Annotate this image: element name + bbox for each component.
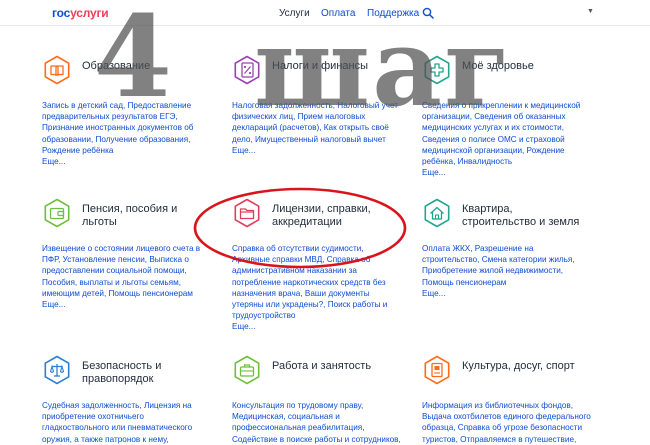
service-link[interactable]: административном наказании за xyxy=(232,265,387,276)
service-link[interactable]: дело, Имущественный налоговый вычет xyxy=(232,134,398,145)
search-icon[interactable] xyxy=(422,7,434,19)
house-icon xyxy=(424,198,450,228)
service-link[interactable]: ребёнка, Инвалидность xyxy=(422,156,580,167)
service-link[interactable]: гладкоствольного или пневматического xyxy=(42,422,192,433)
service-link[interactable]: Извещение о состоянии лицевого счета в xyxy=(42,243,200,254)
tax-document-icon xyxy=(234,55,260,85)
service-link[interactable]: организации, Сведения об оказанных xyxy=(422,111,580,122)
service-link[interactable]: Еще... xyxy=(42,156,193,167)
service-card-links: Судебная задолженность, Лицензия на приоб… xyxy=(42,400,192,445)
service-card-title[interactable]: Безопасность и правопорядок xyxy=(82,360,161,386)
service-link[interactable]: Помощь пенсионерам xyxy=(422,277,575,288)
service-card-links: Справка об отсутствии судимости, Архивные… xyxy=(232,243,387,333)
service-link[interactable]: физических лиц, Прием налоговых xyxy=(232,111,398,122)
service-card-title[interactable]: Культура, досуг, спорт xyxy=(462,360,575,373)
service-card-links: Сведения о прикреплении к медицинской орг… xyxy=(422,100,580,178)
service-link[interactable]: Приобретение жилой недвижимости, xyxy=(422,265,575,276)
service-link[interactable]: деклараций (расчетов), Как открыть своё xyxy=(232,122,398,133)
service-link[interactable]: Информация из библиотечных фондов, xyxy=(422,400,591,411)
wallet-icon xyxy=(44,198,70,228)
nav-oplata[interactable]: Оплата xyxy=(321,8,355,19)
service-link[interactable]: оружия, а также патронов к нему, xyxy=(42,434,192,445)
service-link[interactable]: медицинских услугах и их стоимости, xyxy=(422,122,580,133)
nav-uslugi[interactable]: Услуги xyxy=(279,8,310,19)
service-link[interactable]: приобретение охотничьего xyxy=(42,411,192,422)
service-link[interactable]: Рождение ребёнка xyxy=(42,145,193,156)
logo-part-gos: гос xyxy=(52,6,71,20)
service-link[interactable]: Содействие в поиске работы и сотрудников… xyxy=(232,434,401,445)
service-link[interactable]: Консультация по трудовому праву, xyxy=(232,400,401,411)
service-link[interactable]: Признание иностранных документов об xyxy=(42,122,193,133)
ticket-icon xyxy=(424,355,450,385)
service-link[interactable]: строительство, Смена категории жилья, xyxy=(422,254,575,265)
chevron-down-icon[interactable]: ▼ xyxy=(587,8,594,15)
service-link[interactable]: Еще... xyxy=(232,321,387,332)
service-link[interactable]: Еще... xyxy=(422,288,575,299)
service-link[interactable]: Пособия, выплаты и льготы семьям, xyxy=(42,277,200,288)
service-link[interactable]: потребление наркотических средств без xyxy=(232,277,387,288)
service-link[interactable]: Оплата ЖКХ, Разрешение на xyxy=(422,243,575,254)
service-link[interactable]: медицинской организации, Рождение xyxy=(422,145,580,156)
service-link[interactable]: Выдача охотбилетов единого федерального xyxy=(422,411,591,422)
medical-cross-icon xyxy=(424,55,450,85)
service-card-links: Информация из библиотечных фондов, Выдача… xyxy=(422,400,591,445)
service-card-title[interactable]: Лицензии, справки, аккредитации xyxy=(272,203,371,229)
service-link[interactable]: Еще... xyxy=(42,299,200,310)
service-link[interactable]: Налоговая задолженность, Налоговый учет xyxy=(232,100,398,111)
service-card-title[interactable]: Пенсия, пособия и льготы xyxy=(82,203,177,229)
service-card-links: Извещение о состоянии лицевого счета в ПФ… xyxy=(42,243,200,310)
service-link[interactable]: предварительных результатов ЕГЭ, xyxy=(42,111,193,122)
folder-icon xyxy=(234,198,260,228)
service-link[interactable]: имеющим детей, Помощь пенсионерам xyxy=(42,288,200,299)
service-card-title[interactable]: Квартира, строительство и земля xyxy=(462,203,579,229)
service-link[interactable]: образовании, Получение образования, xyxy=(42,134,193,145)
briefcase-icon xyxy=(234,355,260,385)
service-card-title[interactable]: Работа и занятость xyxy=(272,360,371,373)
service-link[interactable]: утеряны или украдены?, Поиск работы и xyxy=(232,299,387,310)
book-icon xyxy=(44,55,70,85)
service-card-title[interactable]: Моё здоровье xyxy=(462,60,534,73)
service-link[interactable]: Еще... xyxy=(422,167,580,178)
service-card-links: Налоговая задолженность, Налоговый учет ф… xyxy=(232,100,398,156)
service-link[interactable]: Справка об отсутствии судимости, xyxy=(232,243,387,254)
service-card-title[interactable]: Налоги и финансы xyxy=(272,60,368,73)
scales-icon xyxy=(44,355,70,385)
service-link[interactable]: профессиональная реабилитация, xyxy=(232,422,401,433)
service-link[interactable]: Запись в детский сад, Предоставление xyxy=(42,100,193,111)
service-card-links: Запись в детский сад, Предоставление пред… xyxy=(42,100,193,167)
service-link[interactable]: Сведения о полисе ОМС и страховой xyxy=(422,134,580,145)
service-link[interactable]: назначения врача, Ваши документы xyxy=(232,288,387,299)
logo-part-uslugi: услуги xyxy=(70,6,109,20)
top-header: госуслуги Услуги Оплата Поддержка ▼ xyxy=(0,0,650,26)
service-link[interactable]: предоставлении социальной помощи, xyxy=(42,265,200,276)
service-link[interactable]: трудоустройство xyxy=(232,310,387,321)
service-card-links: Оплата ЖКХ, Разрешение на строительство, … xyxy=(422,243,575,299)
service-link[interactable]: Сведения о прикреплении к медицинской xyxy=(422,100,580,111)
service-card-links: Консультация по трудовому праву, Медицинс… xyxy=(232,400,401,445)
service-link[interactable]: Архивные справки МВД, Справка об xyxy=(232,254,387,265)
service-link[interactable]: ПФР, Установление пенсии, Выписка о xyxy=(42,254,200,265)
service-link[interactable]: Медицинская, социальная и xyxy=(232,411,401,422)
service-link[interactable]: Судебная задолженность, Лицензия на xyxy=(42,400,192,411)
service-link[interactable]: образца, Справка об угрозе безопасности xyxy=(422,422,591,433)
nav-podderzhka[interactable]: Поддержка xyxy=(367,8,419,19)
service-card-title[interactable]: Образование xyxy=(82,60,150,73)
gosuslugi-logo[interactable]: госуслуги xyxy=(52,6,109,20)
service-link[interactable]: туристов, Отправляемся в путешествие, xyxy=(422,434,591,445)
service-link[interactable]: Еще... xyxy=(232,145,398,156)
